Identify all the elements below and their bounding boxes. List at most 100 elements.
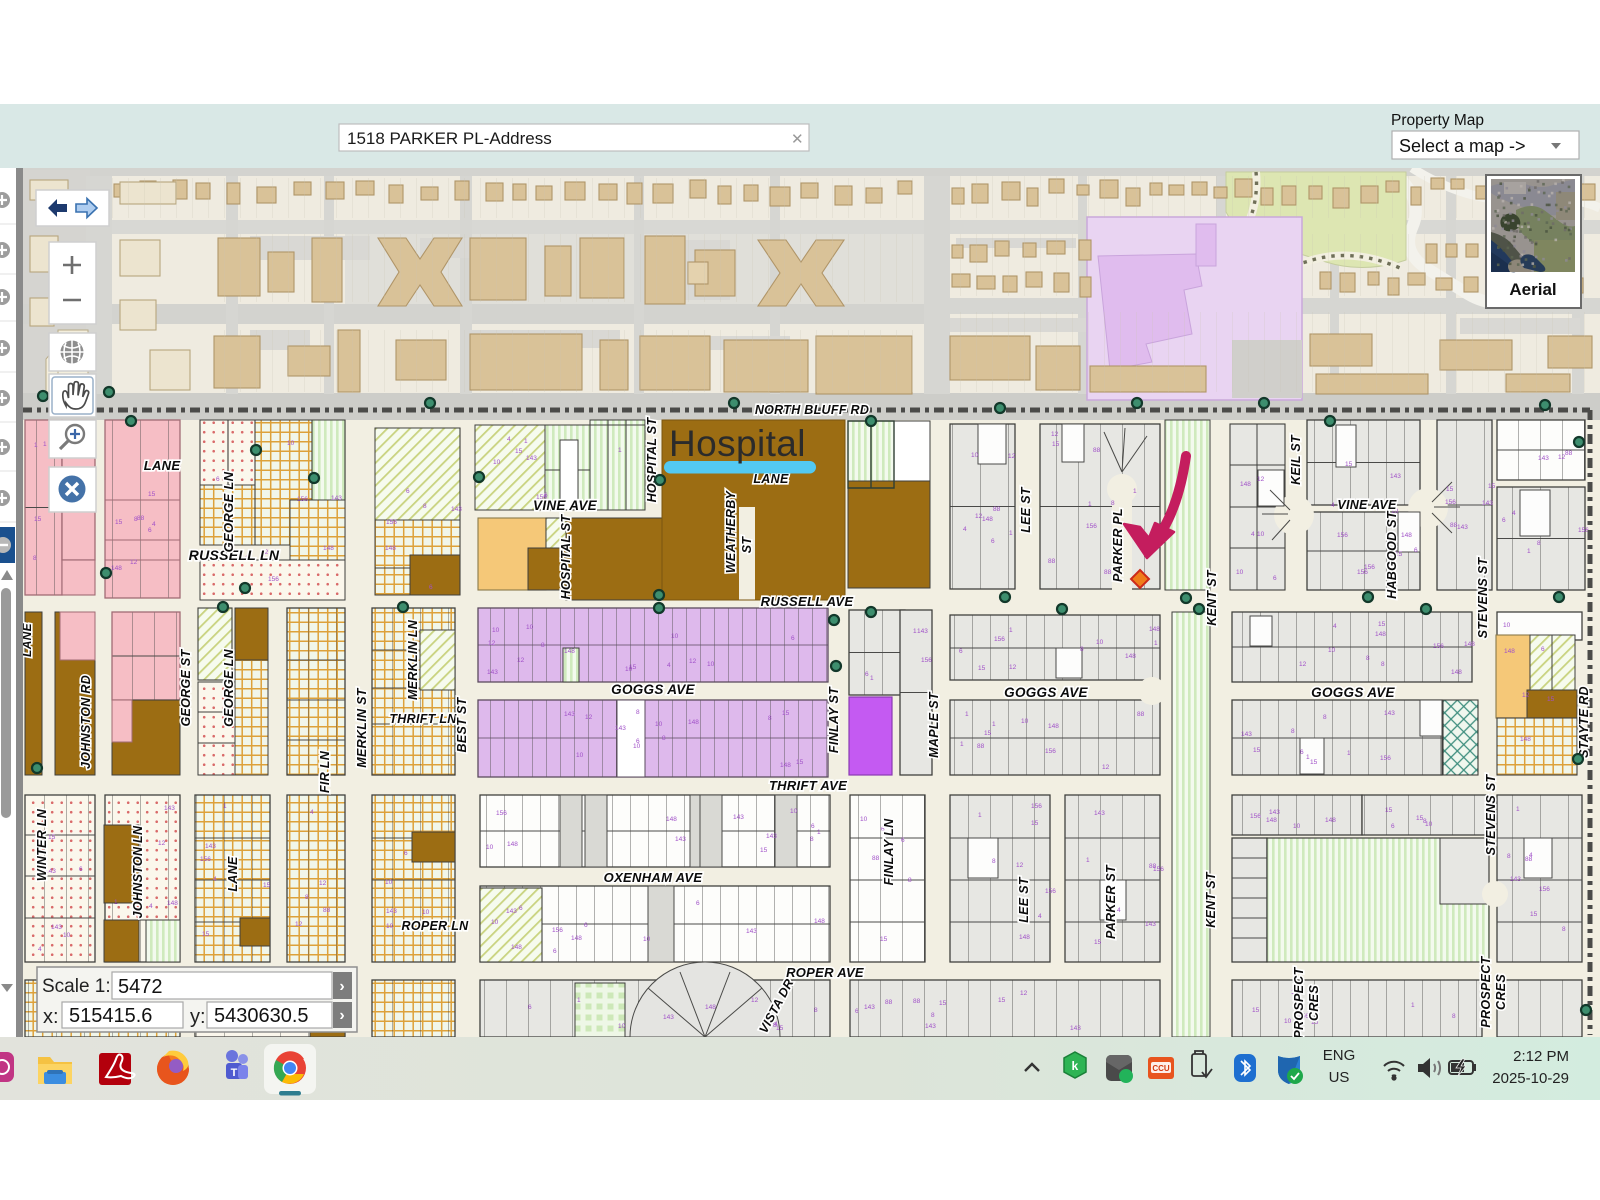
svg-text:T: T [231, 1067, 238, 1079]
svg-text:148: 148 [385, 545, 396, 552]
svg-text:143: 143 [487, 669, 498, 676]
svg-text:10: 10 [671, 633, 679, 640]
svg-text:PARKER PL: PARKER PL [1111, 508, 1125, 582]
svg-text:1: 1 [1009, 627, 1013, 634]
svg-text:ENG: ENG [1323, 1047, 1356, 1064]
svg-text:143: 143 [746, 928, 757, 935]
svg-text:156: 156 [1380, 755, 1391, 762]
svg-text:15: 15 [1310, 759, 1318, 766]
svg-text:6: 6 [519, 905, 523, 912]
svg-text:12: 12 [1051, 431, 1059, 438]
svg-text:15: 15 [760, 847, 768, 854]
svg-text:MERKLIN ST: MERKLIN ST [355, 687, 369, 767]
svg-text:148: 148 [780, 762, 791, 769]
svg-text:VINE AVE: VINE AVE [1337, 498, 1397, 512]
svg-text:4: 4 [310, 809, 314, 816]
svg-text:8: 8 [33, 555, 37, 562]
svg-text:143: 143 [733, 814, 744, 821]
svg-text:15: 15 [880, 936, 888, 943]
svg-text:1: 1 [978, 812, 982, 819]
svg-text:8: 8 [992, 858, 996, 865]
svg-text:15: 15 [1031, 820, 1039, 827]
svg-text:15: 15 [796, 759, 804, 766]
svg-text:148: 148 [111, 565, 122, 572]
svg-text:1: 1 [618, 447, 622, 454]
svg-text:KENT ST: KENT ST [1204, 871, 1218, 928]
svg-text:y:: y: [190, 1006, 206, 1028]
svg-text:156: 156 [1250, 813, 1261, 820]
svg-text:LANE: LANE [144, 458, 181, 473]
svg-text:8: 8 [1366, 655, 1370, 662]
svg-text:12: 12 [319, 880, 327, 887]
svg-text:JOHNSTON RD: JOHNSTON RD [79, 675, 93, 769]
svg-text:15: 15 [1547, 696, 1555, 703]
svg-text:15: 15 [1052, 441, 1060, 448]
svg-text:FINLAY LN: FINLAY LN [882, 818, 896, 885]
svg-text:143: 143 [864, 1004, 875, 1011]
svg-text:143: 143 [1510, 876, 1521, 883]
svg-text:143: 143 [1094, 810, 1105, 817]
svg-text:10: 10 [491, 919, 499, 926]
svg-text:6: 6 [991, 538, 995, 545]
svg-text:156: 156 [1045, 888, 1056, 895]
svg-text:6: 6 [406, 488, 410, 495]
svg-text:10: 10 [655, 721, 663, 728]
svg-text:148: 148 [1375, 631, 1386, 638]
svg-text:10: 10 [386, 923, 394, 930]
svg-text:156: 156 [552, 927, 563, 934]
svg-text:1: 1 [1133, 488, 1137, 495]
svg-text:156: 156 [200, 856, 211, 863]
svg-text:6: 6 [959, 648, 963, 655]
svg-text:5430630.5: 5430630.5 [214, 1005, 309, 1027]
svg-text:US: US [1329, 1069, 1350, 1086]
svg-text:10: 10 [1021, 718, 1029, 725]
svg-text:GOGGS AVE: GOGGS AVE [1311, 685, 1395, 700]
svg-text:ROPER LN: ROPER LN [402, 919, 470, 933]
svg-text:HABGOOD ST: HABGOOD ST [1385, 510, 1399, 599]
svg-text:4: 4 [152, 521, 156, 528]
svg-text:›: › [339, 1007, 344, 1024]
svg-text:12: 12 [517, 657, 525, 664]
svg-text:4: 4 [1038, 913, 1042, 920]
svg-text:6: 6 [1300, 749, 1304, 756]
svg-text:Aerial: Aerial [1509, 280, 1556, 299]
svg-text:CRES: CRES [1494, 974, 1508, 1010]
svg-text:k: k [1071, 1060, 1078, 1074]
svg-text:5472: 5472 [118, 976, 163, 998]
svg-text:JOHNSTON LN: JOHNSTON LN [131, 825, 145, 918]
svg-text:10: 10 [422, 909, 430, 916]
svg-text:10: 10 [1293, 823, 1301, 830]
svg-text:2:12 PM: 2:12 PM [1513, 1048, 1569, 1065]
svg-text:BEST ST: BEST ST [455, 696, 469, 752]
svg-text:10: 10 [1425, 821, 1433, 828]
svg-text:15: 15 [48, 834, 56, 841]
svg-text:15: 15 [776, 1025, 784, 1032]
svg-text:88: 88 [872, 855, 880, 862]
svg-text:143: 143 [506, 908, 517, 915]
svg-text:4: 4 [1512, 510, 1516, 517]
svg-text:4: 4 [963, 526, 967, 533]
svg-text:6: 6 [811, 823, 815, 830]
svg-text:156: 156 [1445, 499, 1456, 506]
svg-text:1: 1 [1088, 501, 1092, 508]
svg-text:88: 88 [1093, 447, 1101, 454]
svg-text:Property Map: Property Map [1391, 112, 1484, 129]
svg-text:MERKLIN LN: MERKLIN LN [406, 619, 420, 700]
svg-text:FIR LN: FIR LN [318, 750, 332, 793]
svg-text:LEE ST: LEE ST [1017, 876, 1031, 923]
svg-text:10: 10 [860, 816, 868, 823]
svg-text:88: 88 [885, 999, 893, 1006]
svg-text:8: 8 [134, 516, 138, 523]
svg-text:143: 143 [1241, 731, 1252, 738]
svg-text:15: 15 [1385, 807, 1393, 814]
svg-text:WINTER LN: WINTER LN [35, 808, 49, 881]
svg-text:143: 143 [917, 628, 928, 635]
svg-text:15: 15 [148, 491, 156, 498]
svg-text:88: 88 [913, 998, 921, 1005]
svg-text:10: 10 [287, 440, 295, 447]
svg-text:15: 15 [1252, 1007, 1260, 1014]
svg-text:4: 4 [38, 946, 42, 953]
svg-text:Hospital: Hospital [669, 423, 806, 464]
svg-text:8: 8 [810, 836, 814, 843]
svg-text:VINE AVE: VINE AVE [533, 498, 598, 513]
